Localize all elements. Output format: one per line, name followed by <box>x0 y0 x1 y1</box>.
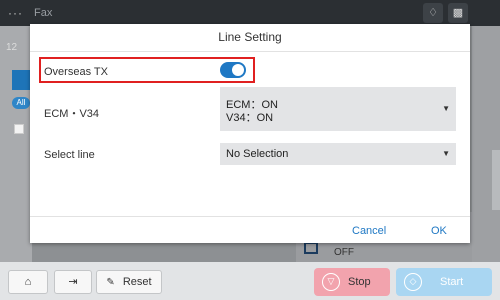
start-label: Start <box>440 276 464 288</box>
ecm-v34-select[interactable]: ECM：ON V34：ON ▼ <box>220 87 456 131</box>
stop-label: Stop <box>348 276 371 288</box>
line-setting-dialog: Line Setting Overseas TX ECM・V34 ECM：ON … <box>30 24 470 243</box>
memory-icon <box>304 242 318 254</box>
stop-icon: ▽ <box>322 273 340 291</box>
stop-button[interactable]: ▽ Stop <box>314 268 390 296</box>
dialog-divider <box>30 216 470 217</box>
background-tab-icon <box>12 70 32 90</box>
overseas-tx-toggle[interactable] <box>220 62 246 78</box>
more-menu-icon[interactable]: ··· <box>8 6 23 20</box>
exit-icon: ⇥ <box>68 276 78 288</box>
pencil-icon: ✎ <box>106 277 115 288</box>
reset-label: Reset <box>122 276 152 288</box>
overseas-tx-label: Overseas TX <box>44 66 108 78</box>
background-right-panel <box>472 26 500 262</box>
v34-value: V34：ON <box>226 112 274 124</box>
select-line-dropdown[interactable]: No Selection ▼ <box>220 143 456 165</box>
select-line-value: No Selection <box>226 148 289 160</box>
home-button[interactable]: ⌂ <box>8 270 48 294</box>
background-checkbox <box>14 124 24 134</box>
background-off-text: OFF <box>334 247 354 258</box>
device-status-icon[interactable]: ▩ <box>448 3 468 23</box>
select-line-label: Select line <box>44 149 95 161</box>
toggle-knob <box>232 64 244 76</box>
start-button[interactable]: ◇ Start <box>396 268 492 296</box>
ok-button[interactable]: OK <box>431 225 447 237</box>
background-all-badge: All <box>12 97 30 109</box>
app-title: Fax <box>34 7 53 19</box>
start-icon: ◇ <box>404 273 422 291</box>
ecm-v34-label: ECM・V34 <box>44 108 100 120</box>
home-icon: ⌂ <box>24 276 32 288</box>
background-scrollbar <box>492 150 500 210</box>
cancel-button[interactable]: Cancel <box>352 225 386 237</box>
reset-button[interactable]: ✎ Reset <box>96 270 162 294</box>
background-left-panel <box>0 26 32 262</box>
top-bar: ··· Fax ♢ ▩ <box>0 0 500 26</box>
dialog-title: Line Setting <box>30 24 470 52</box>
chevron-down-icon: ▼ <box>442 104 450 113</box>
chevron-down-icon: ▼ <box>442 149 450 158</box>
notification-bell-icon[interactable]: ♢ <box>423 3 443 23</box>
background-counter: 12 <box>6 42 18 53</box>
exit-button[interactable]: ⇥ <box>54 270 92 294</box>
